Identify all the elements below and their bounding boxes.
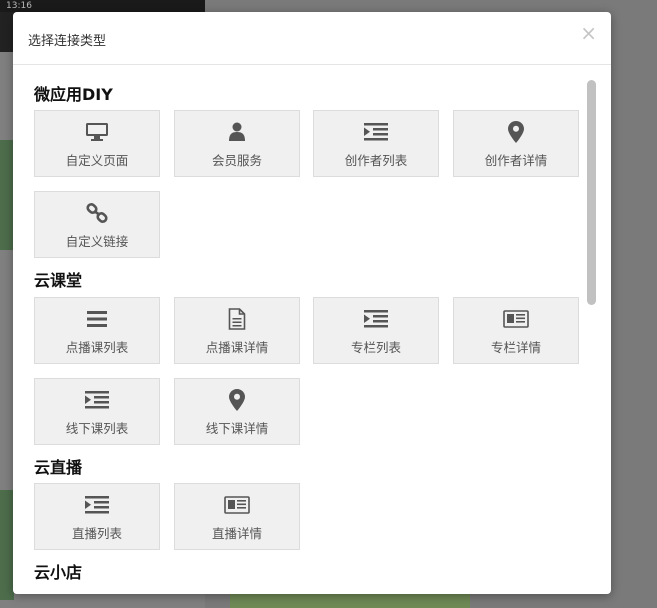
dialog-title: 选择连接类型 xyxy=(28,34,107,49)
section-title-diy: 微应用DIY xyxy=(34,85,113,104)
tile-live-list[interactable]: 直播列表 xyxy=(34,483,160,550)
tile-custom-page[interactable]: 自定义页面 xyxy=(34,110,160,177)
section-title-cloud-class: 云课堂 xyxy=(34,271,83,290)
link-type-dialog: 选择连接类型 × 微应用DIY 自定义页面 会员服务 创作者列表 创作者详情 自… xyxy=(13,12,611,594)
list-icon xyxy=(35,308,159,330)
tile-label: 直播详情 xyxy=(211,526,262,541)
indent-list-icon xyxy=(314,121,438,143)
tile-label: 线下课列表 xyxy=(65,421,129,436)
tile-label: 点播课详情 xyxy=(205,340,269,355)
section-title-cloud-live: 云直播 xyxy=(34,458,83,477)
tile-label: 直播列表 xyxy=(71,526,122,541)
document-icon xyxy=(175,308,299,330)
tile-label: 创作者列表 xyxy=(344,153,408,168)
tile-label: 专栏列表 xyxy=(350,340,401,355)
background-image xyxy=(230,592,470,608)
tile-column-detail[interactable]: 专栏详情 xyxy=(453,297,579,364)
tile-label: 点播课列表 xyxy=(65,340,129,355)
indent-list-icon xyxy=(35,389,159,411)
tile-creator-detail[interactable]: 创作者详情 xyxy=(453,110,579,177)
tile-vod-course-list[interactable]: 点播课列表 xyxy=(34,297,160,364)
background-banner xyxy=(0,490,14,600)
tile-label: 线下课详情 xyxy=(205,421,269,436)
scrollbar-thumb[interactable] xyxy=(587,80,596,305)
status-time: 13:16 xyxy=(6,1,32,11)
tile-offline-course-list[interactable]: 线下课列表 xyxy=(34,378,160,445)
dialog-header: 选择连接类型 × xyxy=(13,12,611,65)
link-icon xyxy=(35,202,159,224)
user-icon xyxy=(175,121,299,143)
tile-custom-link[interactable]: 自定义链接 xyxy=(34,191,160,258)
map-pin-icon xyxy=(454,121,578,143)
indent-list-icon xyxy=(314,308,438,330)
background-status-bar: 13:16 xyxy=(0,0,205,12)
tile-offline-course-detail[interactable]: 线下课详情 xyxy=(174,378,300,445)
tile-label: 自定义页面 xyxy=(65,153,129,168)
desktop-icon xyxy=(35,121,159,143)
newspaper-icon xyxy=(175,494,299,516)
tile-live-detail[interactable]: 直播详情 xyxy=(174,483,300,550)
tile-label: 会员服务 xyxy=(211,153,262,168)
tile-label: 专栏详情 xyxy=(490,340,541,355)
tile-column-list[interactable]: 专栏列表 xyxy=(313,297,439,364)
section-title-cloud-shop: 云小店 xyxy=(34,563,83,582)
tile-member-service[interactable]: 会员服务 xyxy=(174,110,300,177)
dialog-body: 微应用DIY 自定义页面 会员服务 创作者列表 创作者详情 自定义链接 云课堂 … xyxy=(13,65,611,594)
background-banner xyxy=(0,140,14,250)
tile-label: 创作者详情 xyxy=(484,153,548,168)
tile-vod-course-detail[interactable]: 点播课详情 xyxy=(174,297,300,364)
indent-list-icon xyxy=(35,494,159,516)
tile-label: 自定义链接 xyxy=(65,234,129,249)
close-icon[interactable]: × xyxy=(580,23,597,43)
map-pin-icon xyxy=(175,389,299,411)
tile-creator-list[interactable]: 创作者列表 xyxy=(313,110,439,177)
newspaper-icon xyxy=(454,308,578,330)
